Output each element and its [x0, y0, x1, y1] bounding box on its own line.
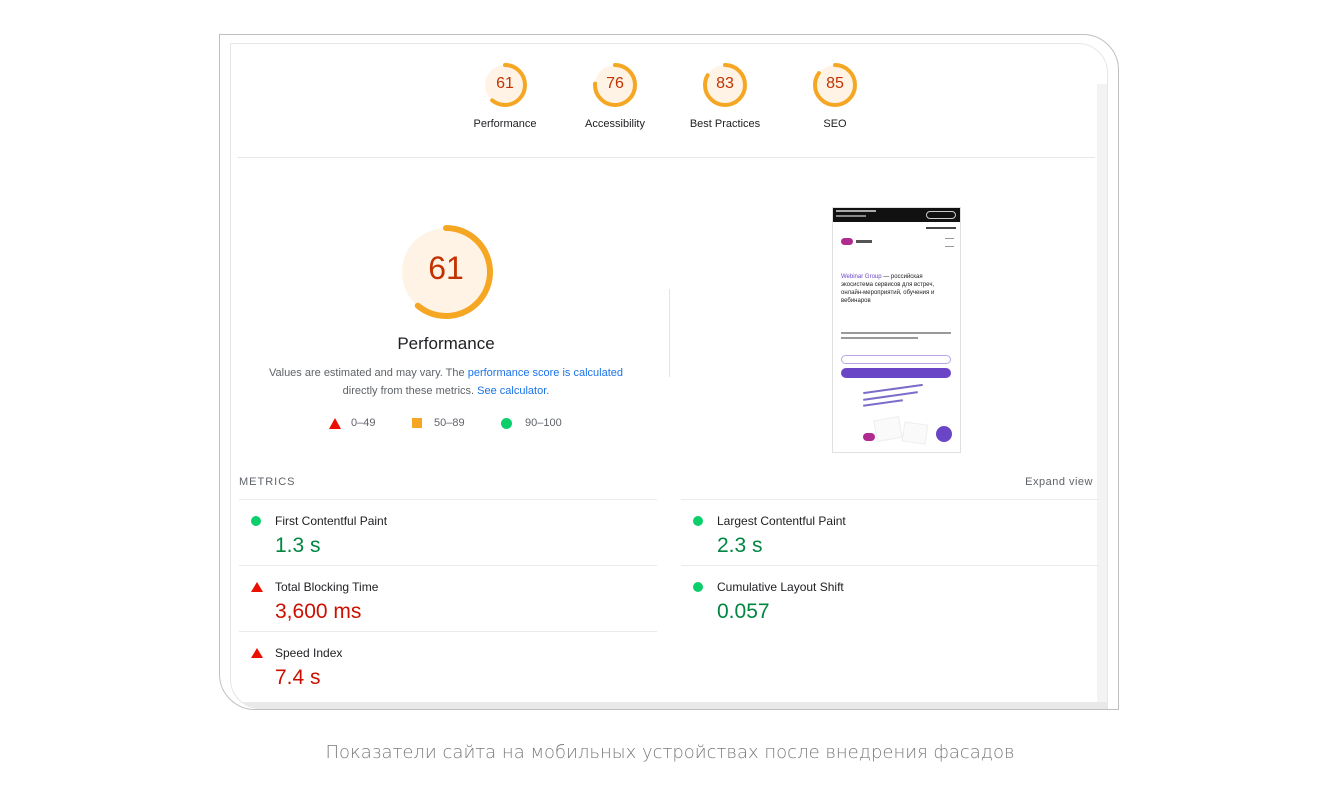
gauge-seo[interactable]: 85 SEO	[785, 62, 885, 130]
performance-description: Values are estimated and may vary. The p…	[268, 367, 623, 397]
legend-average: 50–89	[412, 417, 465, 429]
webinar-logo-icon	[841, 238, 853, 245]
circle-icon	[501, 417, 512, 429]
gauge-best-practices[interactable]: 83 Best Practices	[675, 62, 775, 130]
gauge-score: 76	[606, 75, 624, 92]
final-screenshot-thumbnail[interactable]: Webinar Group — российская экосистема се…	[832, 207, 961, 453]
legend-pass: 90–100	[501, 417, 562, 429]
screenshot-headline: Webinar Group — российская экосистема се…	[841, 274, 935, 304]
category-gauges: 61 Performance 76 Accessibility 83 Best …	[231, 62, 1107, 172]
performance-gauge: 61	[398, 224, 494, 320]
gauge-label: SEO	[823, 118, 847, 130]
gauge-label: Accessibility	[585, 118, 645, 130]
score-calculated-link[interactable]: performance score is calculated	[468, 367, 623, 379]
square-icon	[412, 418, 422, 428]
chat-icon	[936, 426, 952, 442]
pass-circle-icon	[693, 582, 703, 592]
vertical-divider	[669, 289, 670, 377]
figure-caption: Показатели сайта на мобильных устройства…	[325, 742, 1015, 763]
menu-icon	[945, 238, 954, 247]
gauge-accessibility[interactable]: 76 Accessibility	[565, 62, 665, 130]
performance-summary: 61 Performance Values are estimated and …	[231, 224, 661, 400]
screenshot-outline-button	[841, 355, 951, 364]
gauge-score: 85	[826, 75, 844, 92]
gauge-label: Best Practices	[689, 118, 761, 130]
metric-first-contentful-paint: First Contentful Paint 1.3 s	[239, 499, 657, 566]
screenshot-primary-button	[841, 368, 951, 378]
gauge-performance[interactable]: 61 Performance	[455, 62, 555, 130]
see-calculator-link[interactable]: See calculator.	[477, 385, 549, 397]
scrollbar-horizontal	[231, 702, 1107, 708]
metrics-header: METRICS	[239, 476, 296, 488]
metric-total-blocking-time: Total Blocking Time 3,600 ms	[239, 565, 657, 632]
performance-title: Performance	[397, 334, 495, 353]
gauge-score: 83	[716, 75, 734, 92]
legend-fail: 0–49	[329, 417, 375, 429]
gauge-label: Performance	[473, 118, 537, 130]
gauge-score: 61	[496, 75, 514, 92]
metric-speed-index: Speed Index 7.4 s	[239, 631, 657, 698]
divider	[237, 157, 1095, 158]
fail-triangle-icon	[251, 582, 263, 592]
performance-score: 61	[428, 250, 464, 286]
report-frame: 61 Performance 76 Accessibility 83 Best …	[219, 34, 1119, 710]
score-legend: 0–49 50–89 90–100	[231, 417, 661, 437]
metric-largest-contentful-paint: Largest Contentful Paint 2.3 s	[681, 499, 1099, 566]
triangle-icon	[329, 417, 341, 429]
pass-circle-icon	[251, 516, 261, 526]
fail-triangle-icon	[251, 648, 263, 658]
lighthouse-report: 61 Performance 76 Accessibility 83 Best …	[230, 43, 1108, 709]
expand-view-button[interactable]: Expand view	[1025, 476, 1093, 488]
pass-circle-icon	[693, 516, 703, 526]
metric-cumulative-layout-shift: Cumulative Layout Shift 0.057	[681, 565, 1099, 632]
